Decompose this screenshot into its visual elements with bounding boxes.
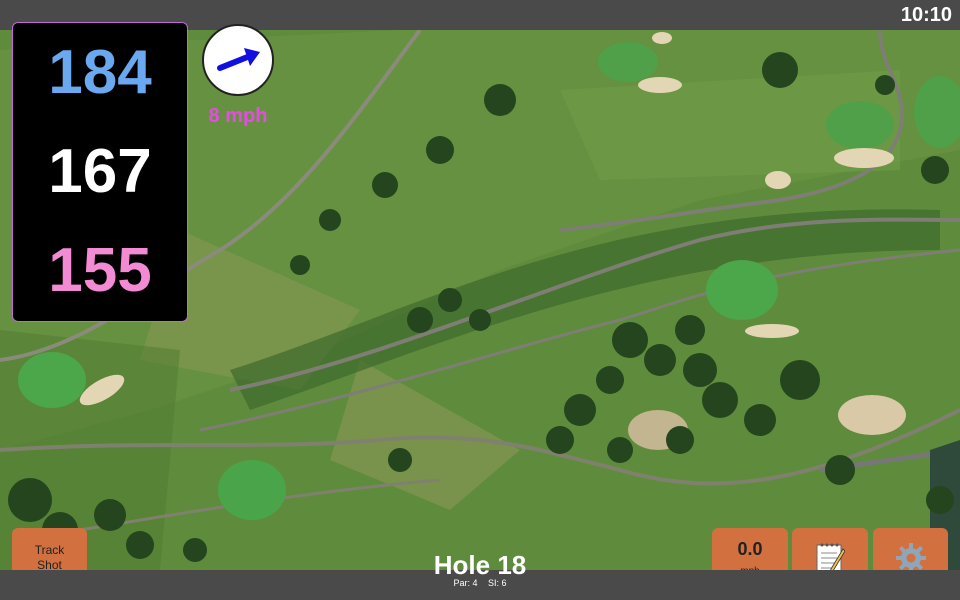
hole-info: Par: 4 SI: 6 <box>380 578 580 588</box>
clock: 10:10 <box>900 4 952 26</box>
speed-value: 0.0 <box>737 538 763 559</box>
wind-direction-dial <box>202 24 274 96</box>
middle-distance: 167 <box>48 136 152 206</box>
hole-par: Par: 4 <box>453 578 478 588</box>
gear-icon <box>895 542 926 573</box>
back-distance: 184 <box>48 37 152 107</box>
distance-panel: 184 167 155 <box>12 22 188 322</box>
hole-stroke-index: SI: 6 <box>488 578 507 588</box>
wind-arrow-icon <box>217 48 260 71</box>
wind-speed: 8 mph <box>208 105 268 127</box>
track-shot-label: Track Shot <box>34 543 65 572</box>
hole-title: Hole 18 <box>433 550 527 580</box>
front-distance: 155 <box>48 236 152 306</box>
